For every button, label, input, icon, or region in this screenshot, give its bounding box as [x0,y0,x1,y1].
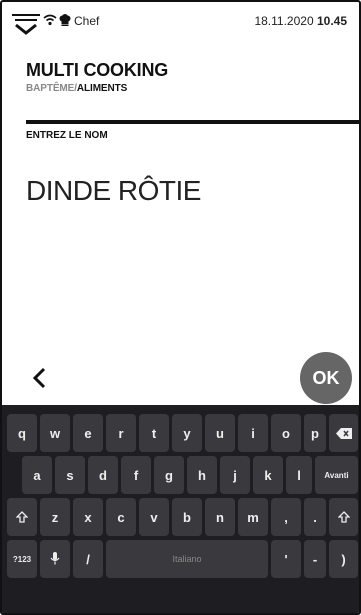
shift-key-right[interactable] [329,498,358,536]
key-c[interactable]: c [106,498,136,536]
name-field-label: ENTREZ LE NOM [26,130,108,141]
key-w[interactable]: w [40,414,70,452]
on-screen-keyboard: q w e r t y u i o p a s d f g h j k l Av… [2,405,359,613]
app-screen: Chef 18.11.2020 10.45 MULTI COOKING BAPT… [0,0,361,615]
backspace-key[interactable] [329,414,358,452]
header-divider [26,120,359,124]
key-paren[interactable]: ) [329,540,358,578]
user-name: Chef [74,14,100,28]
key-p[interactable]: p [304,414,326,452]
back-arrow-icon[interactable] [26,364,54,392]
key-y[interactable]: y [172,414,202,452]
key-z[interactable]: z [40,498,70,536]
date-time: 18.11.2020 10.45 [254,14,347,28]
time-text: 10.45 [316,14,347,28]
key-k[interactable]: k [253,456,283,494]
dropdown-menu-icon[interactable] [12,12,40,36]
voice-input-key[interactable] [40,540,70,578]
key-b[interactable]: b [172,498,202,536]
key-l[interactable]: l [286,456,312,494]
name-input[interactable] [26,166,346,216]
key-i[interactable]: i [238,414,268,452]
backspace-icon [335,427,352,439]
key-r[interactable]: r [106,414,136,452]
key-g[interactable]: g [154,456,184,494]
key-v[interactable]: v [139,498,169,536]
breadcrumb: BAPTÊME/ALIMENTS [26,83,127,94]
key-period[interactable]: . [304,498,326,536]
chef-hat-icon [59,14,71,26]
breadcrumb-parent[interactable]: BAPTÊME [26,83,74,94]
key-slash[interactable]: / [73,540,103,578]
date-text: 18.11.2020 [254,14,314,28]
keyboard-row-3: z x c v b n m , . [2,498,359,538]
key-d[interactable]: d [88,456,118,494]
key-o[interactable]: o [271,414,301,452]
key-t[interactable]: t [139,414,169,452]
shift-icon [337,511,350,523]
key-s[interactable]: s [55,456,85,494]
keyboard-row-2: a s d f g h j k l Avanti [2,456,359,496]
wifi-icon [43,14,57,26]
key-a[interactable]: a [22,456,52,494]
keyboard-row-1: q w e r t y u i o p [2,414,359,454]
microphone-icon [50,552,60,565]
symbols-key[interactable]: ?123 [7,540,37,578]
shift-icon [16,511,28,523]
ok-button[interactable]: OK [300,352,352,404]
key-dash[interactable]: - [304,540,326,578]
keyboard-row-4: ?123 / Italiano ' - ) [2,540,359,580]
key-n[interactable]: n [205,498,235,536]
key-comma[interactable]: , [271,498,301,536]
page-title: MULTI COOKING [26,60,169,80]
key-q[interactable]: q [7,414,37,452]
enter-key[interactable]: Avanti [315,456,358,494]
key-h[interactable]: h [187,456,217,494]
shift-key-left[interactable] [7,498,37,536]
key-j[interactable]: j [220,456,250,494]
space-key[interactable]: Italiano [106,540,268,578]
key-e[interactable]: e [73,414,103,452]
key-apostrophe[interactable]: ' [271,540,301,578]
key-f[interactable]: f [121,456,151,494]
breadcrumb-current: ALIMENTS [76,83,128,94]
key-u[interactable]: u [205,414,235,452]
key-m[interactable]: m [238,498,268,536]
status-bar: Chef 18.11.2020 10.45 [2,2,359,42]
key-x[interactable]: x [73,498,103,536]
